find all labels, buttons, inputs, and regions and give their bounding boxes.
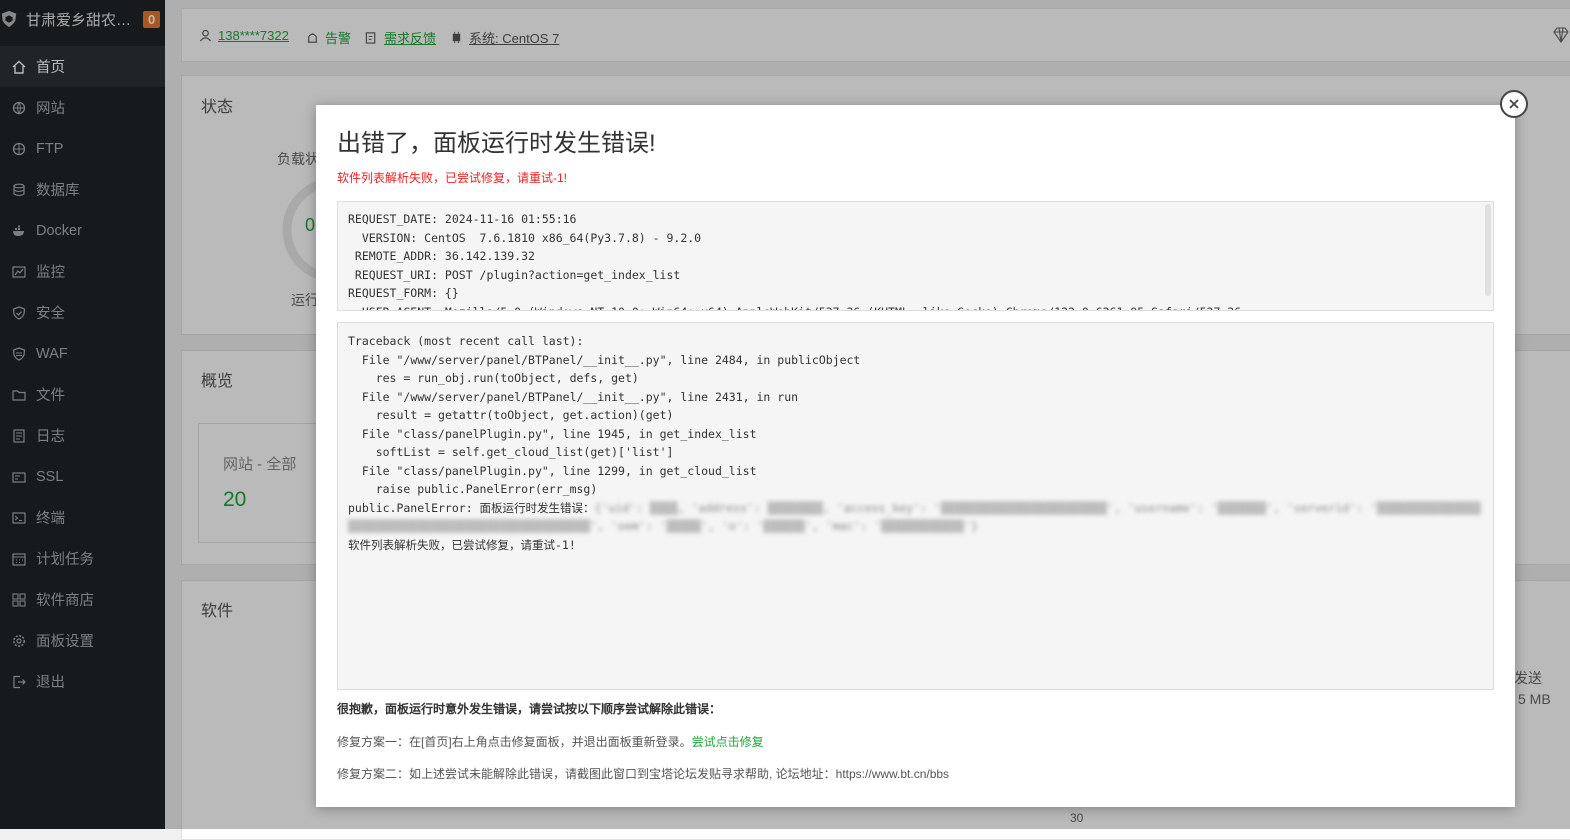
error-prefix: public.PanelError: 面板运行时发生错误： <box>348 500 595 515</box>
traceback-box[interactable]: Traceback (most recent call last): File … <box>337 322 1494 690</box>
error-message: public.PanelError: 面板运行时发生错误：{'uid': ▒▒▒… <box>348 499 1483 536</box>
request-info-text: REQUEST_DATE: 2024-11-16 01:55:16 VERSIO… <box>348 210 1483 311</box>
request-line: REMOTE_ADDR: 36.142.139.32 <box>348 249 535 263</box>
fix1-text: 修复方案一：在[首页]右上角点击修复面板，并退出面板重新登录。 <box>337 735 692 749</box>
request-line: USER_AGENT: Mozilla/5.0 (Windows NT 10.0… <box>348 303 1483 311</box>
request-info-box[interactable]: REQUEST_DATE: 2024-11-16 01:55:16 VERSIO… <box>337 201 1494 311</box>
request-scrollbar[interactable] <box>1485 204 1491 296</box>
traceback-line: File "class/panelPlugin.py", line 1945, … <box>348 426 757 441</box>
request-line: REQUEST_URI: POST /plugin?action=get_ind… <box>348 267 681 282</box>
try-repair-link[interactable]: 尝试点击修复 <box>692 735 764 749</box>
traceback-line: softList = self.get_cloud_list(get)['lis… <box>348 445 674 459</box>
close-icon <box>1509 99 1519 109</box>
traceback-text: Traceback (most recent call last): File … <box>348 332 1483 499</box>
traceback-line: res = run_obj.run(toObject, defs, get) <box>348 371 639 385</box>
fix-plan-one: 修复方案一：在[首页]右上角点击修复面板，并退出面板重新登录。尝试点击修复 <box>337 733 764 750</box>
dialog-subtitle: 软件列表解析失败，已尝试修复，请重试-1! <box>337 171 568 185</box>
error-dialog: 出错了，面板运行时发生错误! 软件列表解析失败，已尝试修复，请重试-1! REQ… <box>316 105 1515 807</box>
traceback-line: File "class/panelPlugin.py", line 1299, … <box>348 463 757 478</box>
error-tail: 软件列表解析失败，已尝试修复，请重试-1! <box>348 537 576 552</box>
traceback-line: Traceback (most recent call last): <box>348 334 584 348</box>
traceback-line: File "/www/server/panel/BTPanel/__init__… <box>348 352 861 367</box>
request-line: REQUEST_FORM: {} <box>348 286 459 300</box>
traceback-line: raise public.PanelError(err_msg) <box>348 482 598 496</box>
apology-note: 很抱歉，面板运行时意外发生错误，请尝试按以下顺序尝试解除此错误： <box>337 702 722 716</box>
traceback-line: result = getattr(toObject, get.action)(g… <box>348 408 674 422</box>
request-line: REQUEST_DATE: 2024-11-16 01:55:16 <box>348 212 577 226</box>
close-button[interactable] <box>1500 90 1528 118</box>
dialog-title: 出错了，面板运行时发生错误! <box>337 130 656 157</box>
request-line: VERSION: CentOS 7.6.1810 x86_64(Py3.7.8)… <box>348 230 702 245</box>
fix-plan-two: 修复方案二：如上述尝试未能解除此错误，请截图此窗口到宝塔论坛发贴寻求帮助, 论坛… <box>337 767 950 781</box>
traceback-line: File "/www/server/panel/BTPanel/__init__… <box>348 389 799 404</box>
